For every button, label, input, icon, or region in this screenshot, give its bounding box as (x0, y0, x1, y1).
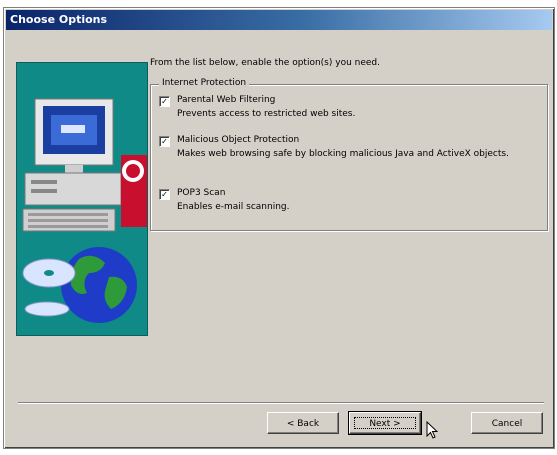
pop3-scan-checkbox[interactable]: ✓ (159, 189, 170, 200)
wizard-illustration (16, 62, 148, 336)
option-label: POP3 Scan (177, 188, 226, 198)
option-description: Makes web browsing safe by blocking mali… (177, 149, 509, 159)
back-button[interactable]: < Back (267, 412, 339, 434)
malicious-object-protection-checkbox[interactable]: ✓ (159, 136, 170, 147)
focus-rect (354, 417, 416, 429)
intro-text: From the list below, enable the option(s… (150, 58, 380, 68)
dialog-window: Choose Options From the list below, enab… (3, 7, 555, 449)
next-button[interactable]: Next > (348, 411, 422, 435)
group-legend: Internet Protection (159, 78, 250, 88)
computer-globe-icon (17, 63, 147, 335)
internet-protection-group: Internet Protection ✓ Parental Web Filte… (150, 78, 548, 231)
option-description: Prevents access to restricted web sites. (177, 109, 356, 119)
option-label: Parental Web Filtering (177, 95, 276, 105)
mouse-pointer-icon (426, 421, 438, 439)
title-bar[interactable]: Choose Options (6, 10, 552, 30)
option-description: Enables e-mail scanning. (177, 202, 290, 212)
option-label: Malicious Object Protection (177, 135, 300, 145)
window-title: Choose Options (10, 13, 108, 26)
parental-web-filtering-checkbox[interactable]: ✓ (159, 96, 170, 107)
cancel-button[interactable]: Cancel (471, 412, 543, 434)
button-separator (18, 402, 544, 404)
